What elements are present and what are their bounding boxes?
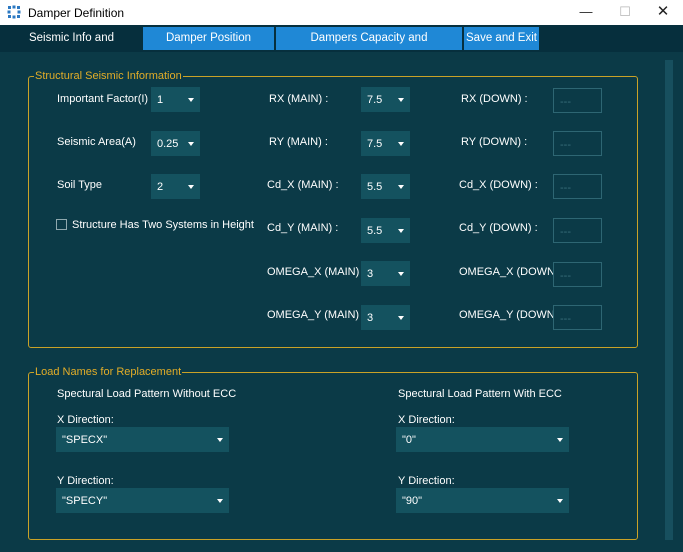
cd-x-down-combo: --- (553, 174, 602, 199)
dropdown-arrow-icon (557, 438, 563, 442)
dropdown-arrow-icon (217, 438, 223, 442)
without-ecc-title: Spectural Load Pattern Without ECC (57, 388, 237, 400)
load-names-legend: Load Names for Replacement (34, 365, 183, 379)
minimize-button[interactable]: — (566, 2, 606, 22)
important-factor-combo[interactable]: 1 (151, 87, 200, 112)
seismic-info-legend: Structural Seismic Information (34, 69, 183, 83)
important-factor-label: Important Factor(I) (57, 93, 149, 105)
without-ecc-x-combo[interactable]: "SPECX" (56, 427, 229, 452)
without-ecc-y-combo[interactable]: "SPECY" (56, 488, 229, 513)
dropdown-arrow-icon (188, 98, 194, 102)
without-ecc-x-label: X Direction: (57, 414, 114, 426)
ry-down-label: RY (DOWN) : (461, 136, 528, 148)
omega-y-down-combo: --- (553, 305, 602, 330)
tab-content: Structural Seismic Information Important… (0, 52, 683, 552)
window-title: Damper Definition (28, 6, 125, 20)
rx-main-label: RX (MAIN) : (269, 93, 329, 105)
rx-main-combo[interactable]: 7.5 (361, 87, 410, 112)
omega-x-down-label: OMEGA_X (DOWN) : (459, 266, 565, 278)
with-ecc-x-combo[interactable]: "0" (396, 427, 569, 452)
with-ecc-y-combo[interactable]: "90" (396, 488, 569, 513)
omega-x-down-combo: --- (553, 262, 602, 287)
omega-y-main-label: OMEGA_Y (MAIN) : (267, 309, 366, 321)
with-ecc-x-label: X Direction: (398, 414, 455, 426)
seismic-area-combo[interactable]: 0.25 (151, 131, 200, 156)
cd-y-down-combo: --- (553, 218, 602, 243)
rx-down-combo: --- (553, 88, 602, 113)
cd-x-down-label: Cd_X (DOWN) : (459, 179, 538, 191)
cd-x-main-combo[interactable]: 5.5 (361, 174, 410, 199)
dropdown-arrow-icon (398, 229, 404, 233)
omega-x-main-combo[interactable]: 3 (361, 261, 410, 286)
dropdown-arrow-icon (398, 272, 404, 276)
ry-main-label: RY (MAIN) : (269, 136, 328, 148)
tab-damper-position[interactable]: Damper Position (143, 27, 274, 50)
cd-y-main-label: Cd_Y (MAIN) : (267, 222, 339, 234)
dropdown-arrow-icon (398, 142, 404, 146)
tab-dampers-capacity[interactable]: Dampers Capacity and Manufacturers (276, 27, 462, 67)
omega-y-down-label: OMEGA_Y (DOWN) : (459, 309, 565, 321)
dropdown-arrow-icon (398, 185, 404, 189)
omega-y-main-combo[interactable]: 3 (361, 305, 410, 330)
tab-bar: Seismic Info and Loadcases. Damper Posit… (0, 25, 683, 71)
tab-save-and-exit[interactable]: Save and Exit (464, 27, 539, 50)
tab-seismic-info[interactable]: Seismic Info and Loadcases. (2, 25, 141, 71)
seismic-area-label: Seismic Area(A) (57, 136, 136, 148)
two-systems-label: Structure Has Two Systems in Height (72, 219, 254, 231)
with-ecc-title: Spectural Load Pattern With ECC (398, 388, 562, 400)
rx-down-label: RX (DOWN) : (461, 93, 528, 105)
cd-x-main-label: Cd_X (MAIN) : (267, 179, 339, 191)
dropdown-arrow-icon (217, 499, 223, 503)
scrollbar-thumb[interactable] (665, 60, 673, 540)
dropdown-arrow-icon (398, 316, 404, 320)
cd-y-down-label: Cd_Y (DOWN) : (459, 222, 538, 234)
with-ecc-y-label: Y Direction: (398, 475, 455, 487)
maximize-button[interactable]: ☐ (605, 2, 645, 22)
dropdown-arrow-icon (188, 142, 194, 146)
app-icon (7, 5, 21, 19)
vertical-scrollbar[interactable] (665, 60, 673, 540)
soil-type-combo[interactable]: 2 (151, 174, 200, 199)
title-bar: Damper Definition — ☐ ✕ (0, 0, 683, 25)
close-button[interactable]: ✕ (643, 2, 683, 22)
cd-y-main-combo[interactable]: 5.5 (361, 218, 410, 243)
omega-x-main-label: OMEGA_X (MAIN) : (267, 266, 366, 278)
dropdown-arrow-icon (557, 499, 563, 503)
ry-main-combo[interactable]: 7.5 (361, 131, 410, 156)
ry-down-combo: --- (553, 131, 602, 156)
soil-type-label: Soil Type (57, 179, 103, 191)
two-systems-checkbox[interactable] (56, 219, 67, 230)
without-ecc-y-label: Y Direction: (57, 475, 114, 487)
dropdown-arrow-icon (398, 98, 404, 102)
dropdown-arrow-icon (188, 185, 194, 189)
